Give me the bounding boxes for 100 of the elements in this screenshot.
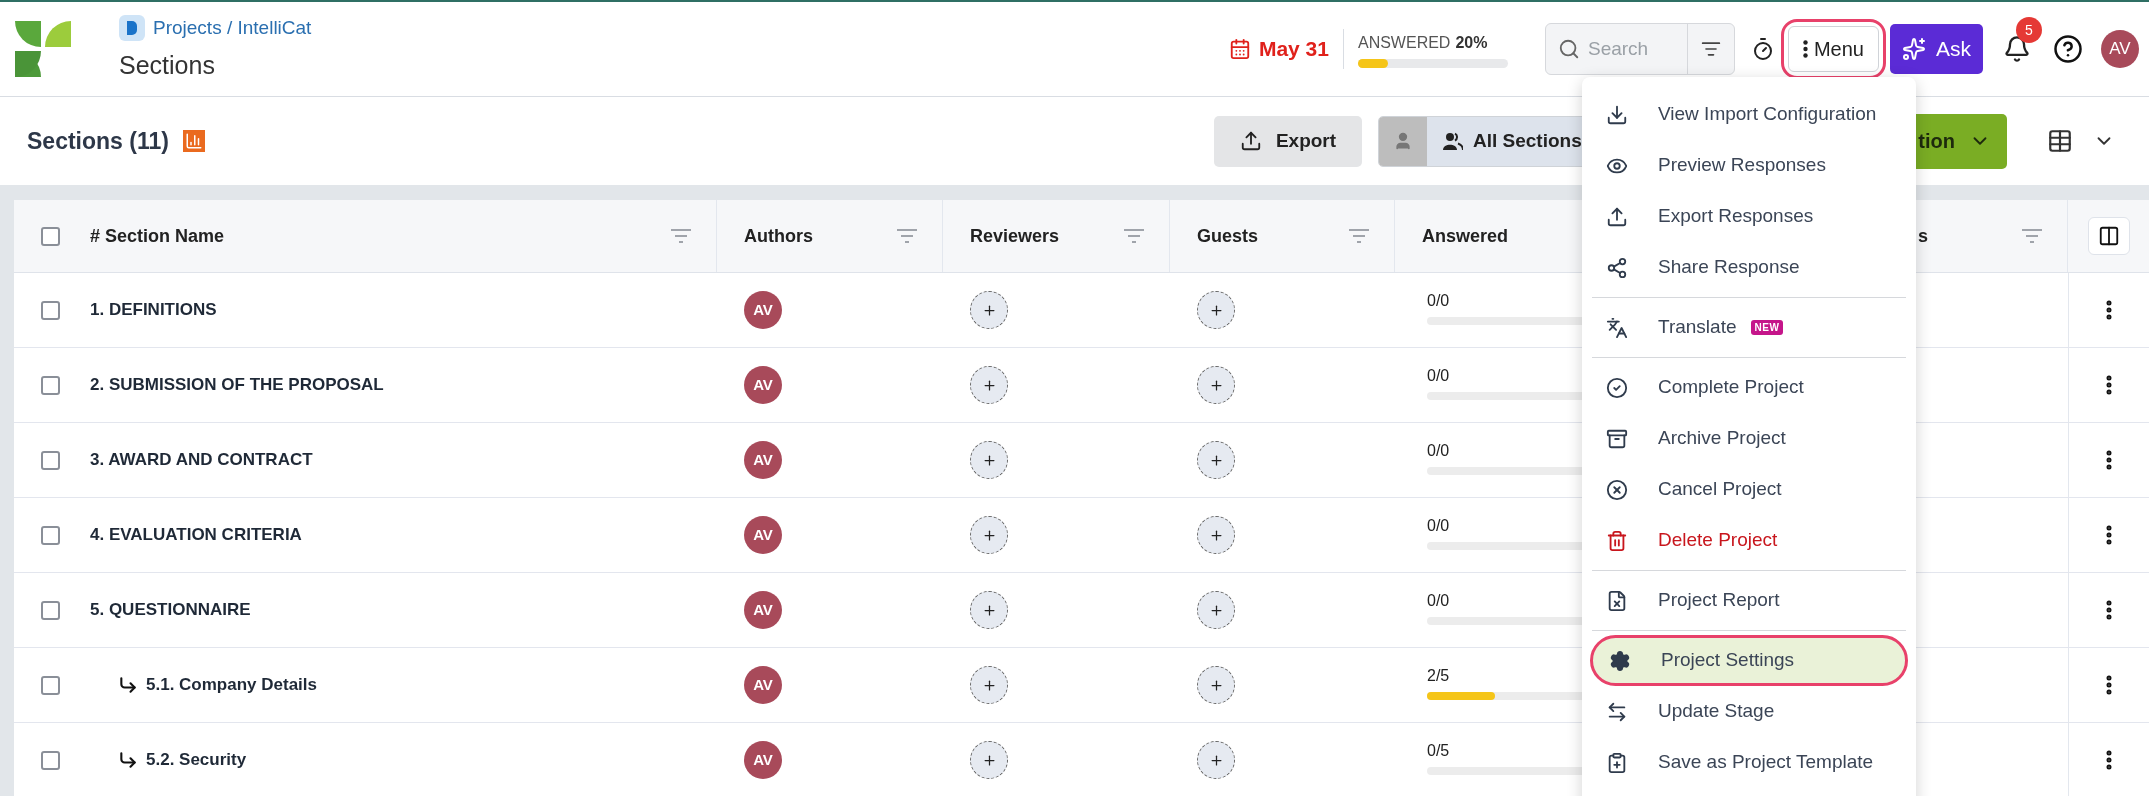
section-name[interactable]: 1. DEFINITIONS bbox=[90, 297, 217, 323]
add-guest-button[interactable] bbox=[1197, 591, 1235, 629]
ask-button[interactable]: Ask bbox=[1890, 24, 1983, 74]
answered-percent: 20% bbox=[1455, 32, 1488, 53]
plus-icon bbox=[1208, 677, 1224, 693]
answered-count: 0/0 bbox=[1427, 291, 1450, 311]
menu-item[interactable]: Complete Project bbox=[1582, 362, 1916, 413]
menu-item[interactable]: Share Response bbox=[1582, 242, 1916, 293]
bell-icon[interactable] bbox=[2003, 35, 2031, 63]
share-icon bbox=[1606, 256, 1628, 279]
plus-icon bbox=[981, 602, 997, 618]
chart-icon[interactable] bbox=[182, 130, 205, 152]
author-avatar[interactable]: AV bbox=[744, 666, 782, 704]
due-date: May 31 bbox=[1258, 36, 1329, 63]
add-guest-button[interactable] bbox=[1197, 291, 1235, 329]
new-badge: NEW bbox=[1750, 320, 1784, 335]
trash-icon bbox=[1606, 529, 1628, 552]
plus-icon bbox=[981, 752, 997, 768]
menu-item[interactable]: Archive Project bbox=[1582, 413, 1916, 464]
add-reviewer-button[interactable] bbox=[970, 741, 1008, 779]
column-header: Guests bbox=[1197, 224, 1259, 248]
menu-item[interactable]: Export Responses bbox=[1582, 191, 1916, 242]
plus-icon bbox=[981, 377, 997, 393]
section-name[interactable]: 2. SUBMISSION OF THE PROPOSAL bbox=[90, 372, 384, 398]
view-toggle[interactable] bbox=[1379, 116, 1427, 166]
add-reviewer-button[interactable] bbox=[970, 366, 1008, 404]
sparkle-icon bbox=[1902, 37, 1926, 61]
help-icon[interactable] bbox=[2053, 34, 2083, 64]
checkbox[interactable] bbox=[41, 450, 60, 470]
menu-item[interactable]: Delete Project bbox=[1582, 515, 1916, 566]
translate-icon bbox=[1606, 316, 1628, 339]
menu-item[interactable]: Translate NEW bbox=[1582, 302, 1916, 353]
section-name[interactable]: 5.1. Company Details bbox=[146, 672, 317, 698]
section-name[interactable]: 5. QUESTIONNAIRE bbox=[90, 597, 251, 623]
checkbox[interactable] bbox=[41, 226, 60, 246]
notification-badge: 5 bbox=[2016, 17, 2042, 43]
add-guest-button[interactable] bbox=[1197, 666, 1235, 704]
table-layout-icon[interactable] bbox=[2047, 128, 2073, 154]
clipboard-plus-icon bbox=[1606, 751, 1628, 774]
add-reviewer-button[interactable] bbox=[970, 516, 1008, 554]
user-avatar[interactable]: AV bbox=[2101, 30, 2139, 68]
add-reviewer-button[interactable] bbox=[970, 441, 1008, 479]
menu-item[interactable]: Cancel Project bbox=[1582, 464, 1916, 515]
section-name[interactable]: 3. AWARD AND CONTRACT bbox=[90, 447, 313, 473]
x-circle-icon bbox=[1606, 478, 1628, 501]
upload-icon bbox=[1606, 205, 1628, 228]
column-header: Answered bbox=[1422, 224, 1509, 248]
section-name[interactable]: 5.2. Security bbox=[146, 747, 247, 773]
add-reviewer-button[interactable] bbox=[970, 591, 1008, 629]
plus-icon bbox=[981, 452, 997, 468]
upload-icon bbox=[1239, 130, 1262, 152]
check-circle-icon bbox=[1606, 376, 1628, 399]
menu-item[interactable]: Project Report bbox=[1582, 575, 1916, 626]
breadcrumb-link[interactable]: Projects / IntelliCat bbox=[153, 14, 312, 43]
author-avatar[interactable]: AV bbox=[744, 366, 782, 404]
plus-icon bbox=[981, 527, 997, 543]
section-name[interactable]: 4. EVALUATION CRITERIA bbox=[90, 522, 302, 548]
checkbox[interactable] bbox=[41, 375, 60, 395]
checkbox[interactable] bbox=[41, 300, 60, 320]
menu-item[interactable]: Update Stage bbox=[1582, 686, 1916, 737]
answered-count: 0/0 bbox=[1427, 591, 1450, 611]
calendar-icon bbox=[1228, 38, 1251, 60]
plus-icon bbox=[1208, 302, 1224, 318]
add-guest-button[interactable] bbox=[1197, 366, 1235, 404]
author-avatar[interactable]: AV bbox=[744, 591, 782, 629]
author-avatar[interactable]: AV bbox=[744, 441, 782, 479]
checkbox[interactable] bbox=[41, 750, 60, 770]
checkbox[interactable] bbox=[41, 600, 60, 620]
export-button[interactable]: Export bbox=[1214, 115, 1362, 167]
menu-item[interactable]: Project Settings bbox=[1590, 635, 1908, 686]
project-icon bbox=[119, 15, 145, 42]
add-reviewer-button[interactable] bbox=[970, 291, 1008, 329]
child-arrow-icon bbox=[118, 750, 138, 770]
archive-icon bbox=[1606, 427, 1628, 450]
menu-button[interactable]: Menu bbox=[1787, 26, 1879, 72]
column-header: s bbox=[1918, 224, 1928, 248]
add-guest-button[interactable] bbox=[1197, 516, 1235, 554]
answered-count: 0/5 bbox=[1427, 741, 1450, 761]
columns-icon bbox=[2097, 225, 2120, 247]
menu-item[interactable]: View Import Configuration bbox=[1582, 89, 1916, 140]
user-icon bbox=[1393, 131, 1413, 151]
checkbox[interactable] bbox=[41, 525, 60, 545]
plus-icon bbox=[1208, 452, 1224, 468]
column-toggle-button[interactable] bbox=[2087, 217, 2130, 255]
add-guest-button[interactable] bbox=[1197, 741, 1235, 779]
author-avatar[interactable]: AV bbox=[744, 516, 782, 554]
author-avatar[interactable]: AV bbox=[744, 741, 782, 779]
menu-item[interactable]: Save as Project Template bbox=[1582, 737, 1916, 788]
search-bar[interactable]: Search bbox=[1544, 23, 1735, 75]
menu-item[interactable]: Preview Responses bbox=[1582, 140, 1916, 191]
filter-icon[interactable] bbox=[1700, 39, 1721, 59]
checkbox[interactable] bbox=[41, 675, 60, 695]
column-header: # Section Name bbox=[90, 224, 225, 248]
plus-icon bbox=[981, 302, 997, 318]
answered-count: 0/0 bbox=[1427, 516, 1450, 536]
author-avatar[interactable]: AV bbox=[744, 291, 782, 329]
add-reviewer-button[interactable] bbox=[970, 666, 1008, 704]
kebab-icon bbox=[1802, 40, 1808, 58]
add-guest-button[interactable] bbox=[1197, 441, 1235, 479]
search-input[interactable]: Search bbox=[1587, 34, 1678, 64]
